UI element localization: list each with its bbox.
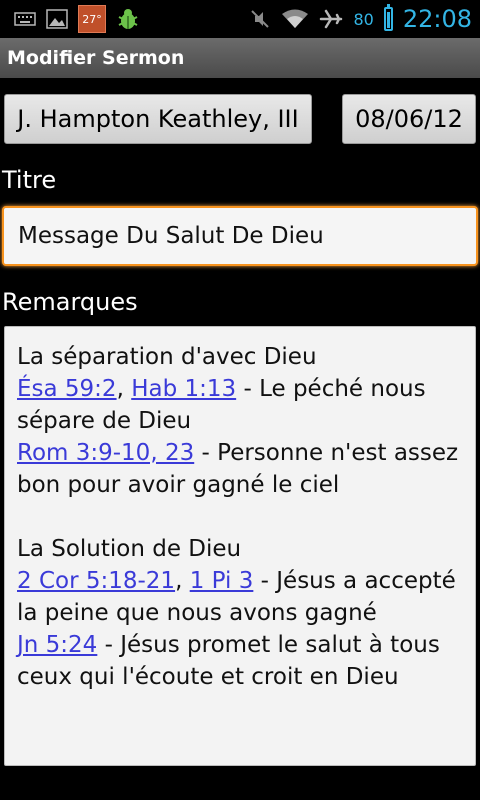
airplane-icon — [319, 8, 343, 30]
verse-link[interactable]: Rom 3:9-10, 23 — [17, 440, 194, 466]
notes-paragraph: 2 Cor 5:18-21, 1 Pi 3 - Jésus a accepté … — [17, 565, 465, 629]
status-bar: 27° 80 22:08 — [0, 0, 480, 38]
app-title: Modifier Sermon — [7, 47, 185, 69]
image-icon — [46, 9, 68, 29]
verse-link[interactable]: 2 Cor 5:18-21 — [17, 568, 175, 594]
title-input[interactable]: Message Du Salut De Dieu — [2, 206, 478, 266]
wifi-icon — [281, 8, 309, 30]
app-title-bar: Modifier Sermon — [0, 38, 480, 78]
notes-paragraph: Ésa 59:2, Hab 1:13 - Le péché nous sépar… — [17, 373, 465, 437]
verse-link[interactable]: 1 Pi 3 — [190, 568, 254, 594]
weather-icon: 27° — [78, 5, 106, 33]
clock: 22:08 — [402, 5, 472, 33]
verse-link[interactable]: Hab 1:13 — [131, 376, 236, 402]
verse-link[interactable]: Ésa 59:2 — [17, 376, 117, 402]
remarks-textarea[interactable]: La séparation d'avec Dieu Ésa 59:2, Hab … — [4, 326, 476, 766]
notes-separator: , — [116, 376, 132, 402]
keyboard-icon — [14, 11, 36, 27]
notes-line: La Solution de Dieu — [17, 536, 242, 562]
verse-link[interactable]: Jn 5:24 — [17, 632, 97, 658]
notes-paragraph: Rom 3:9-10, 23 - Personne n'est assez bo… — [17, 437, 465, 501]
author-button[interactable]: J. Hampton Keathley, III — [4, 94, 312, 144]
mute-icon — [249, 8, 271, 30]
battery-level: 80 — [353, 9, 374, 29]
notes-line: La séparation d'avec Dieu — [17, 344, 317, 370]
notes-paragraph: Jn 5:24 - Jésus promet le salut à tous c… — [17, 629, 465, 693]
battery-icon — [383, 4, 393, 31]
notes-separator: , — [175, 568, 190, 594]
title-label: Titre — [2, 166, 57, 194]
date-button[interactable]: 08/06/12 — [342, 94, 476, 144]
remarks-label: Remarques — [2, 288, 138, 316]
bug-icon — [116, 7, 140, 31]
